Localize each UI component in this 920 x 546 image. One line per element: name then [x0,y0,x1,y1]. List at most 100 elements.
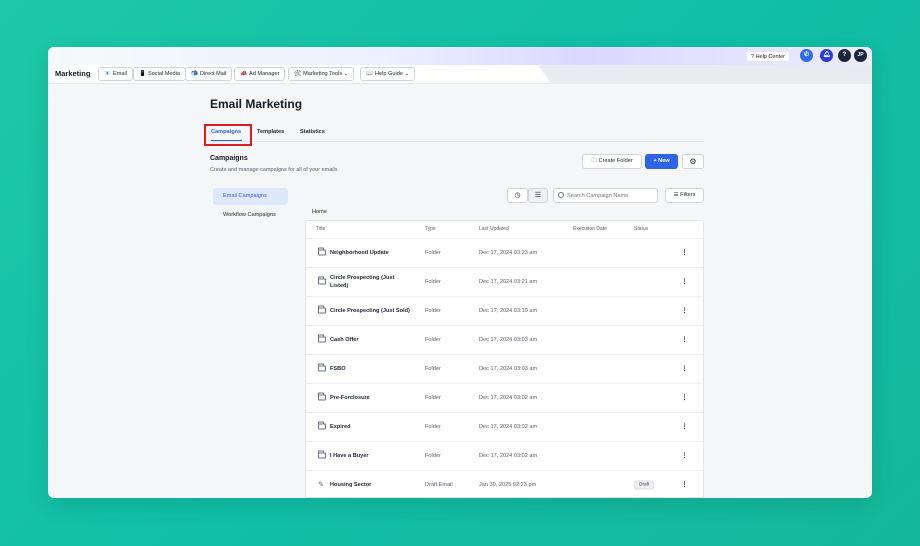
filter-icon: ☰ [673,192,679,198]
table-row[interactable]: Neighborhood Update Folder Dec 17, 2024 … [306,238,703,267]
nav-social-media-label: Social Media [147,71,180,77]
email-icon: 📧 [104,71,111,77]
folder-icon [318,276,326,286]
row-type: Folder [425,424,441,430]
more-options-icon[interactable]: ⋮ [681,250,688,257]
recent-view-button[interactable]: ◷ [507,188,528,203]
row-title[interactable]: Neighborhood Update [330,249,410,257]
phone-icon[interactable]: ✆ [800,49,813,62]
folder-icon [318,363,326,373]
row-title[interactable]: Housing Sector [330,481,410,489]
bell-icon[interactable]: 🔔︎ [820,49,833,62]
nav-direct-mail[interactable]: 📬 Direct Mail [185,67,233,81]
table-row[interactable]: Expired Folder Dec 17, 2024 03:02 am ⋮ [306,412,703,441]
folder-icon [318,392,326,402]
nav-marketing-tools[interactable]: 🛠 Marketing Tools ⌄ [288,67,355,81]
new-button[interactable]: + New [645,154,678,169]
nav-ad-manager[interactable]: 📣 Ad Manager [234,67,286,81]
more-options-icon[interactable]: ⋮ [681,279,688,286]
nav-ad-manager-label: Ad Manager [248,71,280,77]
page-title: Email Marketing [210,97,303,111]
tools-icon: 🛠 [294,71,302,77]
status-badge: Draft [634,480,655,490]
nav-marketing-tools-label: Marketing Tools [303,71,343,77]
filters-button[interactable]: ☰ Filters [665,188,704,203]
table-row[interactable]: ✎ Housing Sector Draft Email Jan 30, 202… [306,470,703,498]
highlight-box [204,124,252,146]
nav-email-label: Email [112,71,127,77]
search-input[interactable] [553,188,658,203]
row-type: Folder [425,366,441,372]
tab-statistics[interactable]: Statistics [300,129,325,135]
row-title[interactable]: Cash Offer [330,336,410,344]
question-icon[interactable]: ? [838,49,851,62]
sidebar-item-email-campaigns[interactable]: Email Campaigns [213,188,288,205]
row-updated: Jan 30, 2025 02:23 pm [479,482,537,488]
row-type: Folder [425,453,441,459]
table-row[interactable]: Pre-Forclosure Folder Dec 17, 2024 03:02… [306,383,703,412]
table-row[interactable]: FSBO Folder Dec 17, 2024 03:03 am ⋮ [306,354,703,383]
mailbox-icon: 📬 [191,71,198,77]
campaign-table: Title Type Last Updated Execution Date S… [305,220,704,498]
table-row[interactable]: Circle Prospecting (Just Sold) Folder De… [306,296,703,325]
help-center-button[interactable]: ? Help Center [746,51,790,62]
row-type: Folder [425,337,441,343]
column-execution-date: Execution Date [573,226,607,232]
row-type: Folder [425,395,441,401]
create-folder-button[interactable]: 🗀 Create Folder [582,154,642,169]
brand-title: Marketing [55,69,91,78]
table-row[interactable]: I Have a Buyer Folder Dec 17, 2024 03:02… [306,441,703,470]
folder-icon [318,450,326,460]
avatar[interactable]: JP [854,49,867,62]
table-row[interactable]: Circle Prospecting (Just Listed) Folder … [306,267,703,296]
row-updated: Dec 17, 2024 03:21 am [479,279,538,285]
row-title[interactable]: I Have a Buyer [330,452,410,460]
row-type: Draft Email [425,482,453,488]
megaphone-icon: 📣 [240,71,247,77]
more-options-icon[interactable]: ⋮ [681,337,688,344]
section-title: Campaigns [210,155,248,162]
more-options-icon[interactable]: ⋮ [681,453,688,460]
more-options-icon[interactable]: ⋮ [681,395,688,402]
filters-label: Filters [680,192,696,198]
nav-email[interactable]: 📧 Email [98,67,133,81]
row-title[interactable]: Circle Prospecting (Just Listed) [330,274,410,290]
list-icon: ☰ [534,192,542,199]
folder-icon [318,247,326,257]
row-updated: Dec 17, 2024 03:03 am [479,337,538,343]
tab-templates[interactable]: Templates [257,129,284,135]
phone-icon: 📱 [139,71,146,77]
more-options-icon[interactable]: ⋮ [681,482,688,489]
more-options-icon[interactable]: ⋮ [681,424,688,431]
main-content: Email Marketing Campaigns Templates Stat… [48,85,872,498]
row-updated: Dec 17, 2024 03:02 am [479,395,538,401]
settings-button[interactable]: ⚙ [682,154,704,169]
row-title[interactable]: Pre-Forclosure [330,394,410,402]
chevron-down-icon: ⌄ [343,71,349,77]
more-options-icon[interactable]: ⋮ [681,366,688,373]
nav-social-media[interactable]: 📱 Social Media [133,67,186,81]
column-type: Type [425,226,436,232]
row-title[interactable]: Expired [330,423,410,431]
breadcrumb: Home [312,209,327,215]
folder-icon: 🗀 [591,158,597,164]
table-row[interactable]: Cash Offer Folder Dec 17, 2024 03:03 am … [306,325,703,354]
more-options-icon[interactable]: ⋮ [681,308,688,315]
folder-icon [318,421,326,431]
sidebar-item-workflow-campaigns[interactable]: Workflow Campaigns [213,207,288,224]
row-type: Folder [425,250,441,256]
row-updated: Dec 17, 2024 03:03 am [479,366,538,372]
list-view-button[interactable]: ☰ [528,188,548,203]
row-updated: Dec 17, 2024 03:02 am [479,424,538,430]
row-title[interactable]: FSBO [330,365,410,373]
row-title[interactable]: Circle Prospecting (Just Sold) [330,307,410,315]
row-type: Folder [425,308,441,314]
section-subtitle: Create and manage campaigns for all of y… [210,167,338,173]
nav-help-guide[interactable]: 📖 Help Guide ⌄ [360,67,416,81]
column-title: Title [316,226,326,232]
create-folder-label: Create Folder [598,158,633,164]
row-updated: Dec 17, 2024 03:02 am [479,453,538,459]
app-window: ? Help Center ✆ 🔔︎ ? JP Marketing 📧 Email… [48,47,872,498]
new-label: New [658,158,670,164]
gear-icon: ⚙ [689,157,697,166]
